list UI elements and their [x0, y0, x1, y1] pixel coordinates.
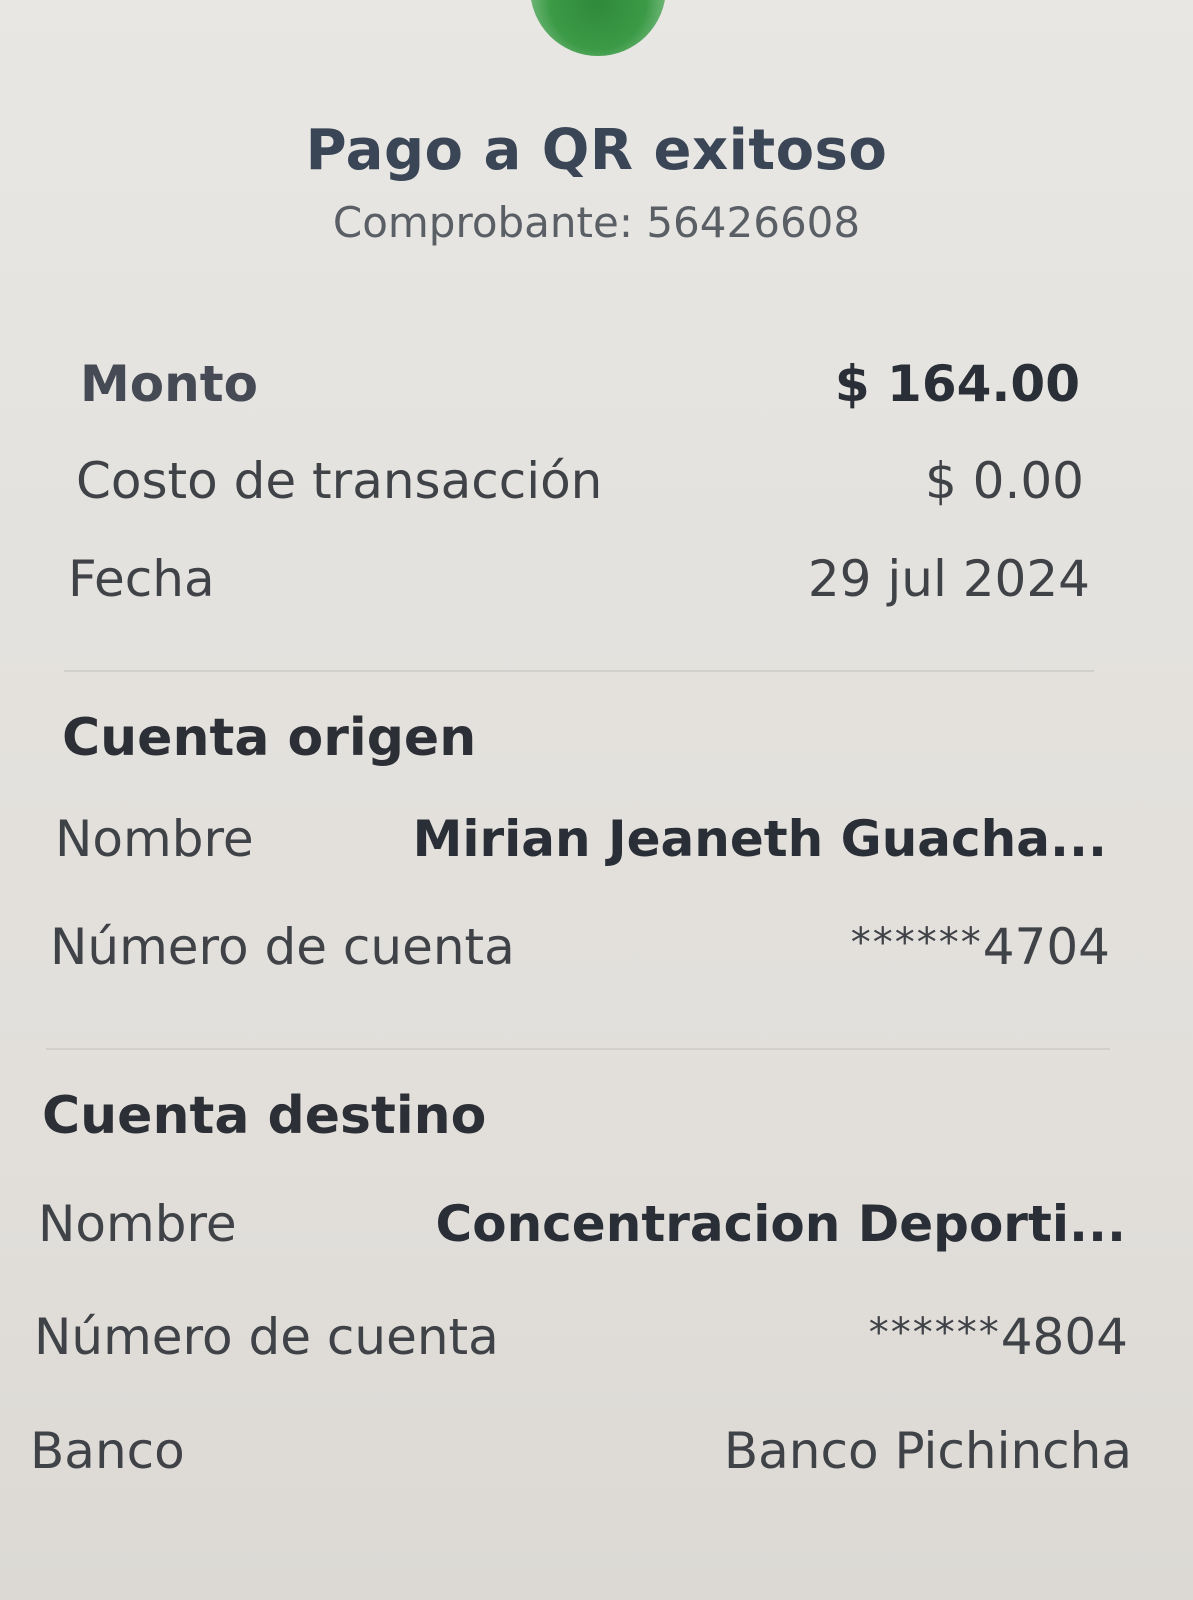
- date-label: Fecha: [68, 550, 215, 608]
- origin-name-label: Nombre: [55, 810, 254, 868]
- fee-label: Costo de transacción: [76, 452, 603, 510]
- divider: [64, 670, 1094, 672]
- destination-name-value: Concentracion Deporti...: [435, 1195, 1126, 1253]
- amount-row: Monto $ 164.00: [80, 355, 1080, 413]
- bank-row: Banco Banco Pichincha: [30, 1422, 1132, 1480]
- success-check-icon: [530, 0, 666, 56]
- bank-value: Banco Pichincha: [723, 1422, 1132, 1480]
- origin-account-value: ******4704: [851, 918, 1110, 976]
- amount-value: $ 164.00: [834, 355, 1080, 413]
- divider: [46, 1048, 1110, 1050]
- receipt-number: Comprobante: 56426608: [332, 198, 861, 247]
- date-value: 29 jul 2024: [807, 550, 1090, 608]
- fee-row: Costo de transacción $ 0.00: [76, 452, 1084, 510]
- payment-receipt-screen: Pago a QR exitoso Comprobante: 56426608 …: [0, 0, 1193, 1600]
- bank-label: Banco: [30, 1422, 185, 1480]
- account-mask: ******: [850, 920, 983, 966]
- destination-name-label: Nombre: [38, 1195, 237, 1253]
- origin-name-row: Nombre Mirian Jeaneth Guacha...: [55, 810, 1107, 868]
- page-title: Pago a QR exitoso: [305, 118, 888, 183]
- account-mask: ******: [868, 1310, 1001, 1356]
- destination-name-row: Nombre Concentracion Deporti...: [38, 1195, 1126, 1253]
- account-last-digits: 4804: [1000, 1308, 1128, 1366]
- origin-account-row: Número de cuenta ******4704: [50, 918, 1110, 976]
- destination-account-value: ******4804: [869, 1308, 1128, 1366]
- amount-label: Monto: [80, 355, 258, 413]
- date-row: Fecha 29 jul 2024: [68, 550, 1090, 608]
- fee-value: $ 0.00: [924, 452, 1084, 510]
- account-last-digits: 4704: [982, 918, 1110, 976]
- origin-account-label: Número de cuenta: [50, 918, 515, 976]
- destination-account-label: Número de cuenta: [34, 1308, 499, 1366]
- destination-account-row: Número de cuenta ******4804: [34, 1308, 1128, 1366]
- origin-section-title: Cuenta origen: [62, 708, 477, 768]
- destination-section-title: Cuenta destino: [42, 1086, 487, 1146]
- origin-name-value: Mirian Jeaneth Guacha...: [412, 810, 1107, 868]
